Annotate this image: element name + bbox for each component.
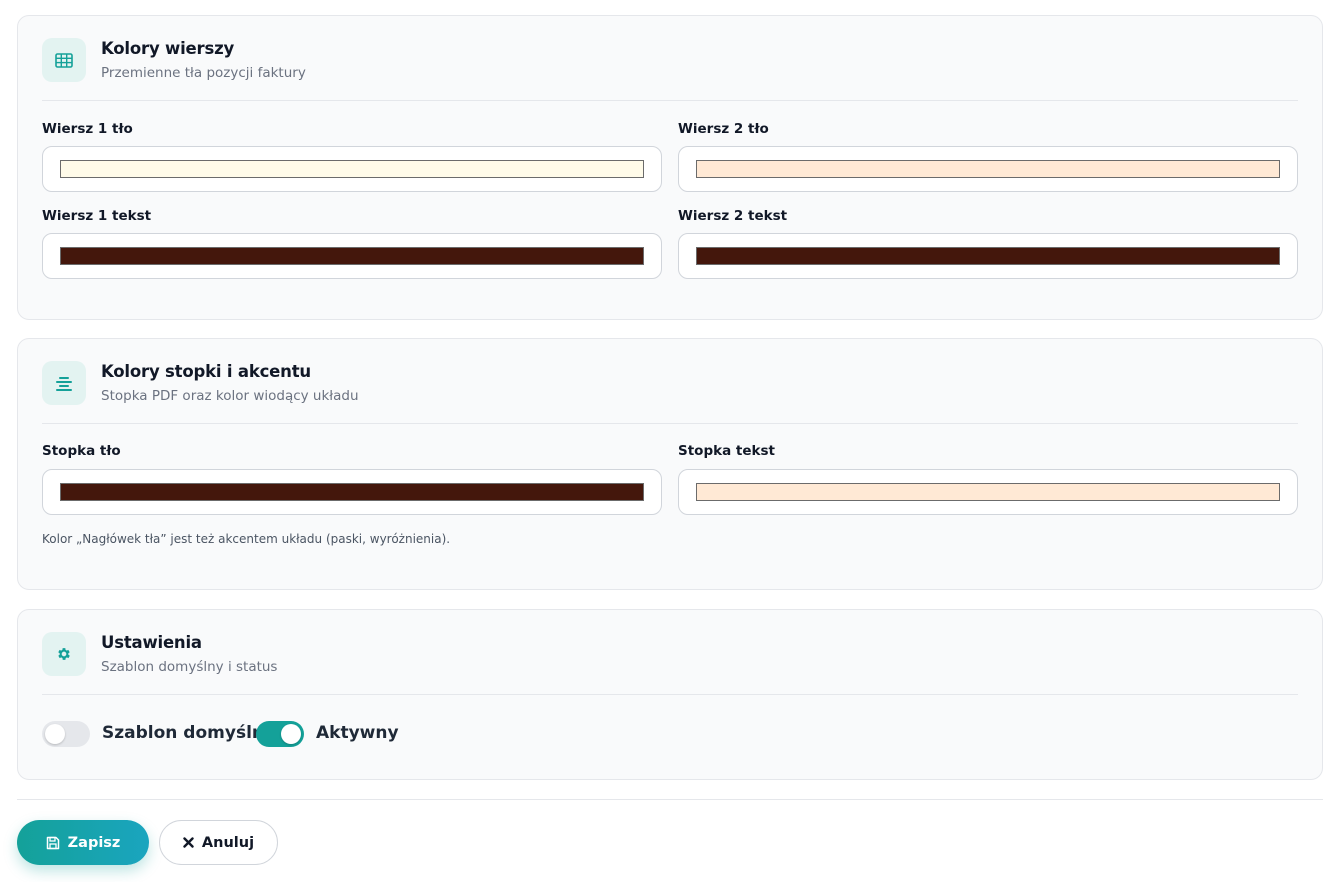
active-toggle[interactable] xyxy=(256,721,304,747)
floppy-disk-icon xyxy=(46,836,60,850)
accent-hint-text: Kolor „Nagłówek tła” jest też akcentem u… xyxy=(42,532,451,546)
field-label-row1-bg: Wiersz 1 tło xyxy=(42,121,133,137)
cancel-button-label: Anuluj xyxy=(201,834,255,851)
table-icon xyxy=(42,38,86,82)
footer-bg-color-input[interactable] xyxy=(42,469,662,515)
row2-text-color-input[interactable] xyxy=(678,233,1298,279)
close-icon xyxy=(183,837,194,848)
row2-bg-color-input[interactable] xyxy=(678,146,1298,192)
cancel-button[interactable]: Anuluj xyxy=(159,820,278,865)
color-swatch xyxy=(60,160,644,178)
footer-colors-card: Kolory stopki i akcentu Stopka PDF oraz … xyxy=(17,338,1323,590)
settings-header: Ustawienia Szablon domyślny i status xyxy=(42,632,1298,695)
settings-card: Ustawienia Szablon domyślny i status Sza… xyxy=(17,609,1323,780)
toggle-knob xyxy=(45,724,65,744)
card-title: Kolory stopki i akcentu xyxy=(101,362,311,381)
toggle-knob xyxy=(281,724,301,744)
footer-colors-header: Kolory stopki i akcentu Stopka PDF oraz … xyxy=(42,361,1298,424)
save-button[interactable]: Zapisz xyxy=(17,820,149,865)
footer-text-color-input[interactable] xyxy=(678,469,1298,515)
row1-bg-color-input[interactable] xyxy=(42,146,662,192)
field-label-row2-bg: Wiersz 2 tło xyxy=(678,121,769,137)
field-label-footer-bg: Stopka tło xyxy=(42,443,121,459)
default-template-label: Szablon domyślny xyxy=(102,723,276,743)
row-colors-card: Kolory wierszy Przemienne tła pozycji fa… xyxy=(17,15,1323,320)
color-swatch xyxy=(696,483,1280,501)
active-label: Aktywny xyxy=(316,723,399,743)
color-swatch xyxy=(696,247,1280,265)
divider xyxy=(17,799,1323,800)
card-subtitle: Szablon domyślny i status xyxy=(101,659,278,675)
color-swatch xyxy=(696,160,1280,178)
field-label-row2-text: Wiersz 2 tekst xyxy=(678,208,788,224)
card-title: Ustawienia xyxy=(101,633,202,652)
color-swatch xyxy=(60,483,644,501)
color-swatch xyxy=(60,247,644,265)
card-subtitle: Przemienne tła pozycji faktury xyxy=(101,65,306,81)
card-subtitle: Stopka PDF oraz kolor wiodący układu xyxy=(101,388,359,404)
card-title: Kolory wierszy xyxy=(101,39,235,58)
gear-icon xyxy=(42,632,86,676)
row1-text-color-input[interactable] xyxy=(42,233,662,279)
default-template-toggle[interactable] xyxy=(42,721,90,747)
field-label-footer-text: Stopka tekst xyxy=(678,443,775,459)
save-button-label: Zapisz xyxy=(67,834,121,851)
field-label-row1-text: Wiersz 1 tekst xyxy=(42,208,152,224)
row-colors-header: Kolory wierszy Przemienne tła pozycji fa… xyxy=(42,38,1298,101)
align-center-icon xyxy=(42,361,86,405)
